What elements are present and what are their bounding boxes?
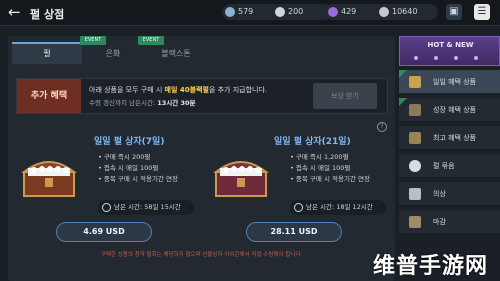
sidebar-item-daily-benefit[interactable]: 일일 혜택 상품 xyxy=(399,70,500,94)
product-title: 일일 펄 상자(21일) xyxy=(274,137,351,147)
sidebar-item-label: 성장 혜택 상품 xyxy=(433,106,477,114)
event-badge: EVENT xyxy=(138,36,164,45)
benefit-item: 중복 구매 시 적용기간 연장 xyxy=(98,174,178,185)
currency-value: 200 xyxy=(288,7,304,16)
clock-icon xyxy=(294,203,303,212)
event-badge: EVENT xyxy=(80,36,106,45)
sidebar-item-costume[interactable]: 의상 xyxy=(399,182,500,206)
costume-icon xyxy=(409,188,421,200)
sidebar-item-label: 의상 xyxy=(433,190,446,198)
gem-icon xyxy=(225,7,235,17)
benefit-item: 접속 시 매일 100펄 xyxy=(290,163,370,174)
bonus-text-highlight: 매일 40블랙펄 xyxy=(164,86,209,94)
silver-coin-icon xyxy=(379,7,389,17)
currency-value: 429 xyxy=(341,7,357,16)
tab-label: 은화 xyxy=(105,49,121,58)
bonus-label: 추가 혜택 xyxy=(17,79,81,113)
horse-icon xyxy=(409,216,421,228)
sidebar-item-best-benefit[interactable]: 최고 혜택 상품 xyxy=(399,126,500,150)
top-bar: ← 펄 상점 579 200 429 10640 ▣ ☰ xyxy=(0,0,500,26)
product-title: 일일 펄 상자(7일) xyxy=(94,137,165,147)
page-title: 펄 상점 xyxy=(30,8,65,21)
shop-panel: 펄 은화 EVENT 블랙스톤 EVENT 추가 혜택 아래 상품을 모두 구매… xyxy=(8,36,395,281)
bonus-banner: 추가 혜택 아래 상품을 모두 구매 시 매일 40블랙펄을 추가 지급합니다.… xyxy=(16,78,388,114)
currency-crystal: 200 xyxy=(272,4,332,20)
event-ribbon-icon xyxy=(399,98,407,106)
product-benefits: 구매 즉시 200펄 접속 시 매일 100펄 중복 구매 시 적용기간 연장 xyxy=(98,152,178,185)
benefit-item: 구매 즉시 1,200펄 xyxy=(290,152,370,163)
claim-reward-button[interactable]: 보상 받기 xyxy=(313,83,377,109)
event-ribbon-icon xyxy=(399,70,407,78)
time-remaining: 남은 시간: 58일 15시간 xyxy=(98,200,194,215)
benefit-item: 접속 시 매일 100펄 xyxy=(98,163,178,174)
time-label: 남은 시간: 18일 12시간 xyxy=(306,203,373,211)
sidebar-item-label: 펄 묶음 xyxy=(433,162,455,170)
tab-label: 블랙스톤 xyxy=(161,49,191,58)
pearl-box-icon xyxy=(409,76,421,88)
tab-blackstone[interactable]: 블랙스톤 xyxy=(136,44,216,64)
benefit-item: 구매 즉시 200펄 xyxy=(98,152,178,163)
product-benefits: 구매 즉시 1,200펄 접속 시 매일 100펄 중복 구매 시 적용기간 연… xyxy=(290,152,370,185)
pearl-icon xyxy=(409,160,421,172)
sparkle-icon xyxy=(414,56,478,60)
hot-label: HOT & NEW xyxy=(427,41,474,49)
clock-icon xyxy=(102,203,111,212)
time-remaining: 남은 시간: 18일 12시간 xyxy=(290,200,386,215)
growth-box-icon xyxy=(409,104,421,116)
bonus-text-prefix: 아래 상품을 모두 구매 시 xyxy=(89,86,163,94)
sidebar-item-pearl-bundle[interactable]: 펄 묶음 xyxy=(399,154,500,178)
bonus-renew: 수령 갱신까지 남은시간: 13시간 30분 xyxy=(89,97,196,107)
renew-time: 13시간 30분 xyxy=(157,99,196,107)
tab-pearl[interactable]: 펄 xyxy=(12,42,82,64)
help-icon[interactable]: ? xyxy=(377,122,387,132)
crystal-icon xyxy=(275,7,285,17)
bonus-text-suffix: 을 추가 지급합니다. xyxy=(208,86,268,94)
bonus-text: 아래 상품을 모두 구매 시 매일 40블랙펄을 추가 지급합니다. xyxy=(89,85,267,95)
treasure-chest-icon xyxy=(21,161,77,197)
sidebar-item-label: 최고 혜택 상품 xyxy=(433,134,477,142)
back-arrow-icon[interactable]: ← xyxy=(8,3,21,21)
sidebar-item-label: 마감 xyxy=(433,218,446,226)
benefit-item: 중복 구매 시 적용기간 연장 xyxy=(290,174,370,185)
buy-button[interactable]: 28.11 USD xyxy=(246,222,342,242)
currency-tabs: 펄 은화 EVENT 블랙스톤 EVENT xyxy=(8,36,395,64)
treasure-chest-icon xyxy=(213,161,269,197)
site-watermark: 维普手游网 xyxy=(373,254,489,279)
currency-value: 579 xyxy=(238,7,254,16)
currency-value: 10640 xyxy=(392,7,418,16)
sidebar-item-growth-benefit[interactable]: 성장 혜택 상품 xyxy=(399,98,500,122)
purple-orb-icon xyxy=(328,7,338,17)
sidebar-item-label: 일일 혜택 상품 xyxy=(433,78,477,86)
time-label: 남은 시간: 58일 15시간 xyxy=(114,203,181,211)
hot-and-new-button[interactable]: HOT & NEW xyxy=(399,36,500,66)
currency-silver: 10640 xyxy=(376,4,438,20)
buy-button[interactable]: 4.69 USD xyxy=(56,222,152,242)
inventory-icon[interactable]: ▣ xyxy=(446,4,462,20)
sidebar-item-closing[interactable]: 마감 xyxy=(399,210,500,234)
category-sidebar: HOT & NEW 일일 혜택 상품 성장 혜택 상품 최고 혜택 상품 펄 묶… xyxy=(399,36,500,281)
renew-label: 수령 갱신까지 남은시간: xyxy=(89,99,156,107)
menu-icon[interactable]: ☰ xyxy=(474,4,490,20)
purchase-notice: 구매한 상품의 청약 철회는 해당하지 않으며 선물상자 아이콘에서 직접 수령… xyxy=(100,252,303,258)
tab-label: 펄 xyxy=(43,49,51,58)
best-box-icon xyxy=(409,132,421,144)
